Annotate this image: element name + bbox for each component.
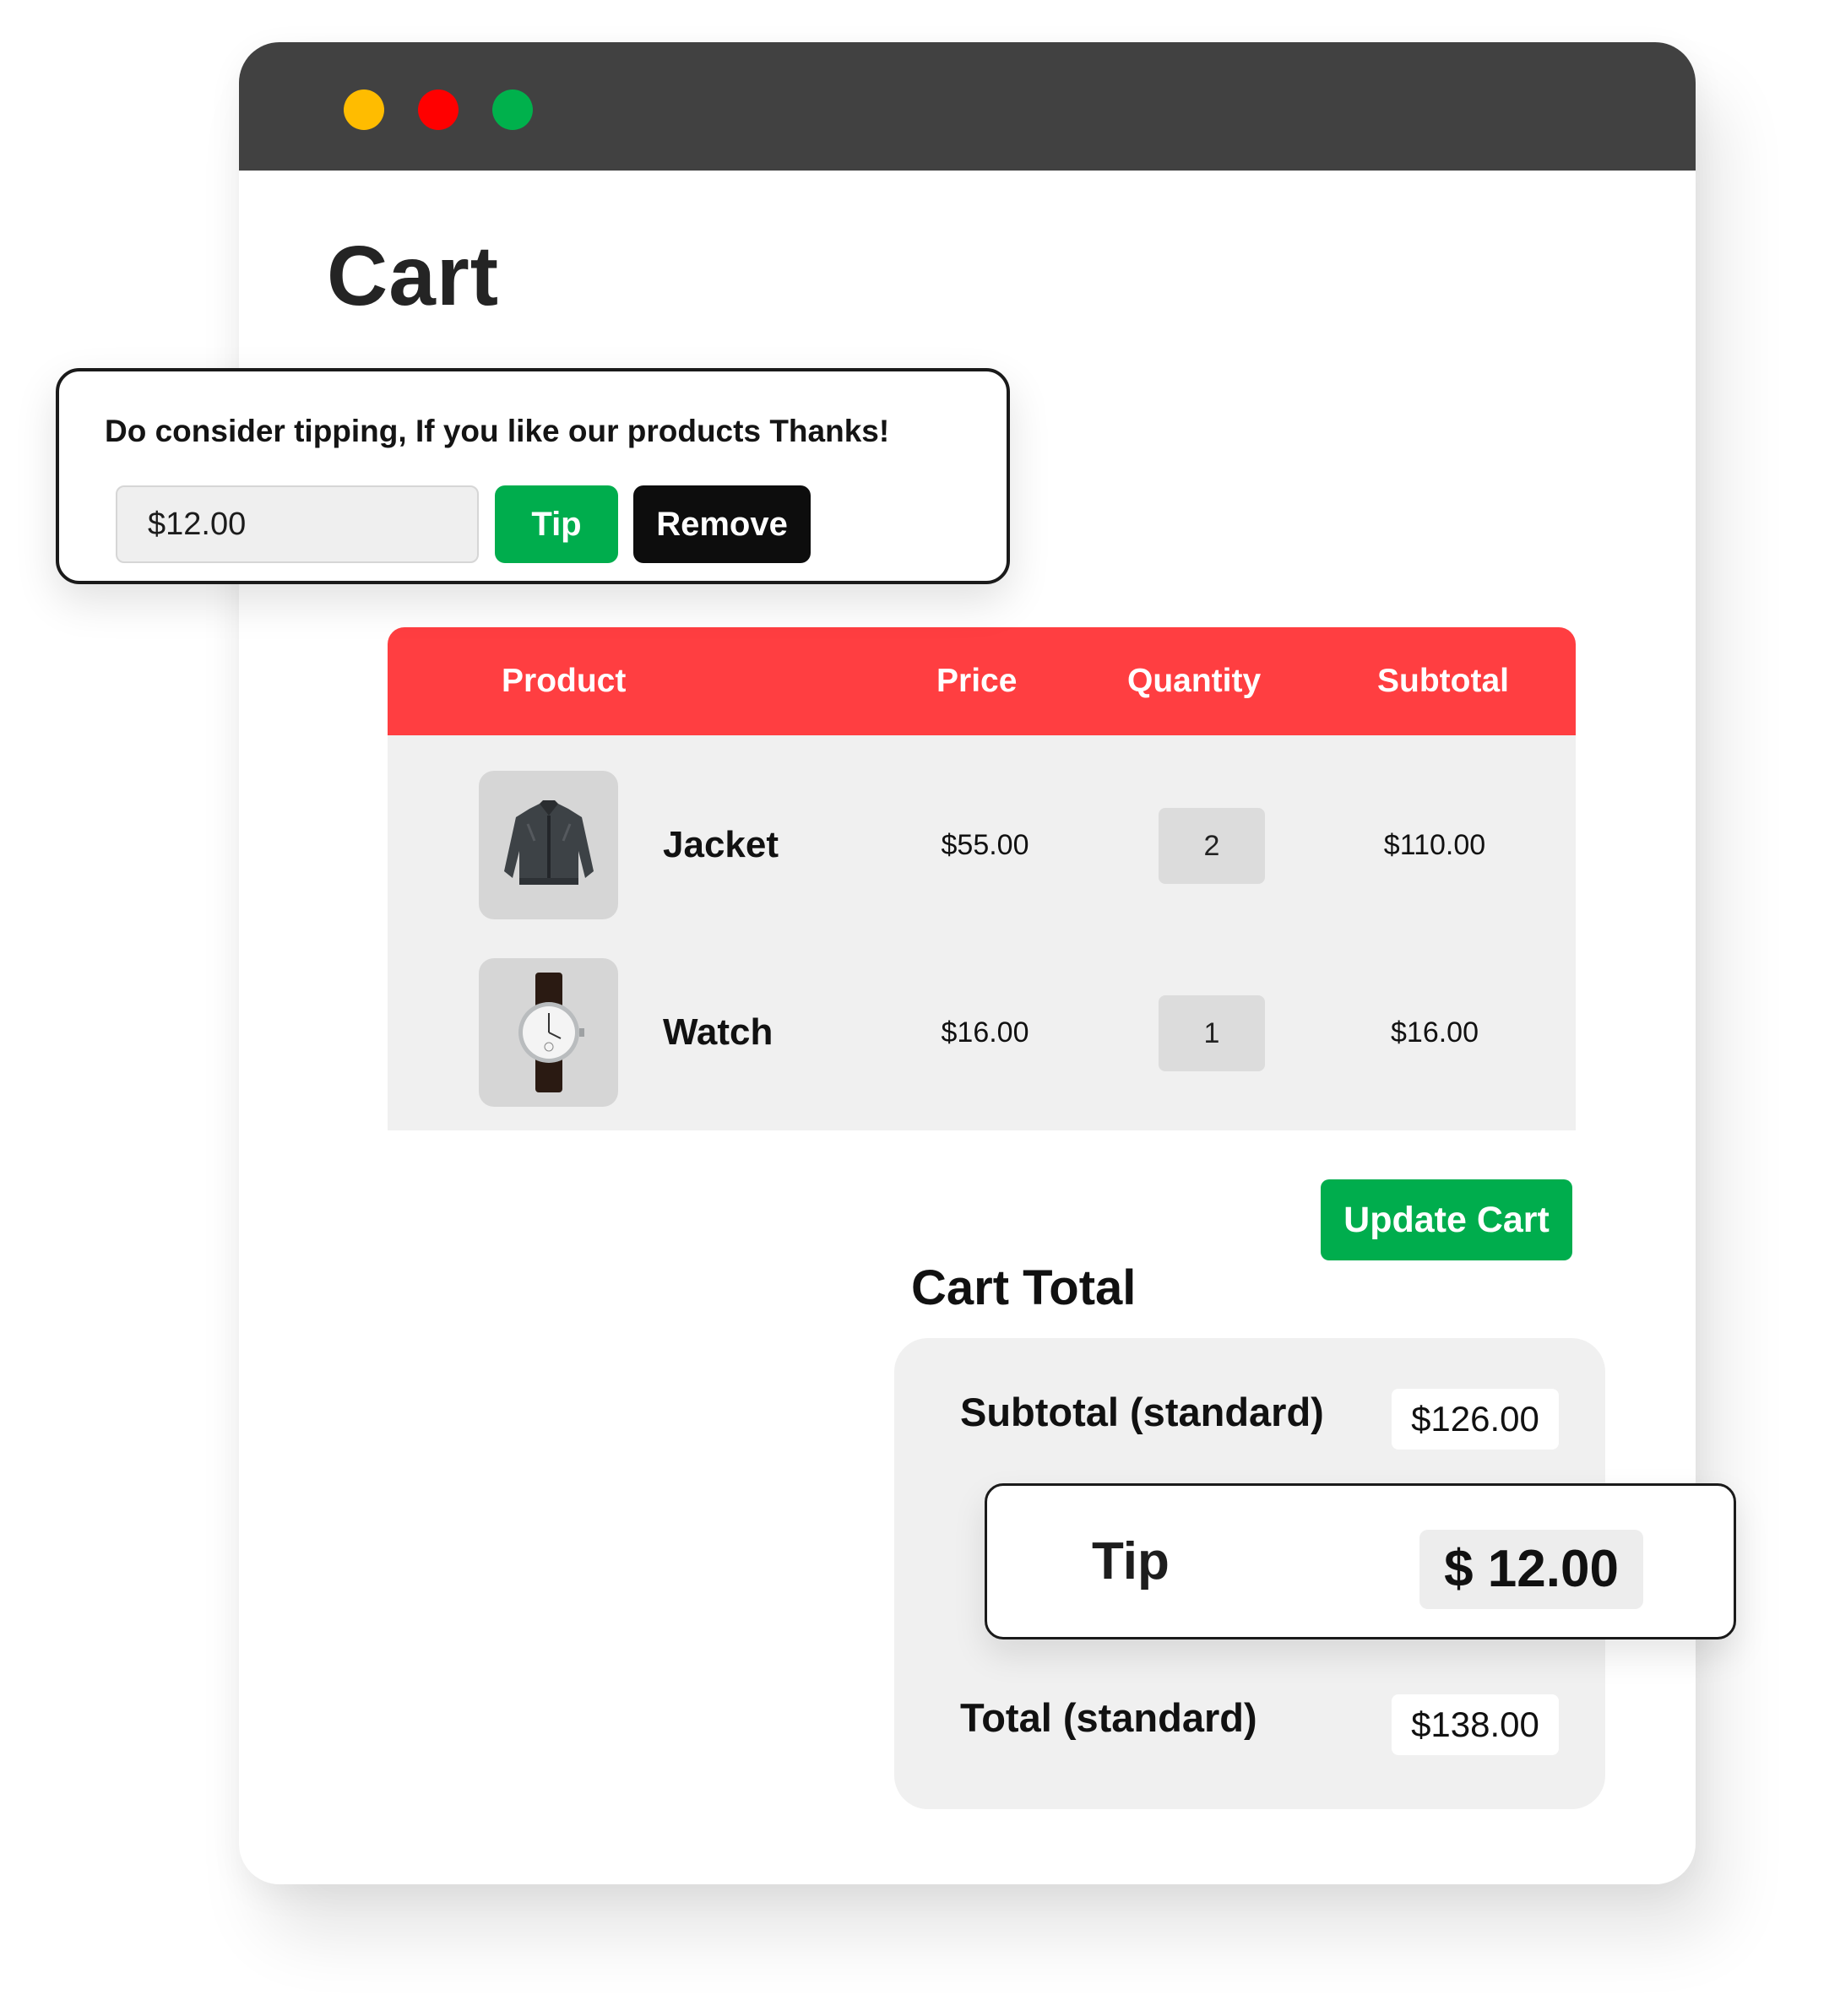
cart-table: Product Price Quantity Subtotal Jacket $… (388, 627, 1576, 1130)
remove-tip-button[interactable]: Remove (633, 485, 811, 563)
column-header-quantity: Quantity (1127, 663, 1262, 699)
table-row: Watch $16.00 $16.00 (388, 958, 1576, 1107)
product-subtotal: $16.00 (1391, 1016, 1479, 1049)
quantity-input[interactable] (1159, 808, 1265, 884)
total-value: $138.00 (1392, 1694, 1559, 1755)
product-price: $16.00 (941, 1016, 1029, 1049)
tip-summary-label: Tip (1092, 1532, 1170, 1591)
cart-total-title: Cart Total (911, 1260, 1137, 1315)
column-header-product: Product (502, 663, 627, 699)
product-price: $55.00 (941, 829, 1029, 861)
product-name[interactable]: Watch (663, 958, 773, 1107)
close-dot-icon[interactable] (418, 89, 459, 130)
minimize-dot-icon[interactable] (344, 89, 384, 130)
column-header-subtotal: Subtotal (1377, 663, 1509, 699)
subtotal-value: $126.00 (1392, 1389, 1559, 1450)
tip-amount-input[interactable] (116, 485, 479, 563)
total-label: Total (standard) (960, 1695, 1257, 1740)
product-subtotal: $110.00 (1383, 829, 1486, 861)
jacket-image[interactable] (479, 771, 618, 919)
table-row: Jacket $55.00 $110.00 (388, 771, 1576, 919)
watch-icon (518, 973, 584, 1092)
tip-message: Do consider tipping, If you like our pro… (105, 414, 890, 448)
product-name[interactable]: Jacket (663, 771, 779, 919)
window-titlebar (239, 42, 1696, 171)
subtotal-label: Subtotal (standard) (960, 1390, 1324, 1434)
quantity-input[interactable] (1159, 995, 1265, 1071)
watch-image[interactable] (479, 958, 618, 1107)
page-title: Cart (327, 229, 500, 323)
maximize-dot-icon[interactable] (492, 89, 533, 130)
column-header-price: Price (936, 663, 1018, 699)
tip-prompt-card: Do consider tipping, If you like our pro… (56, 368, 1010, 584)
tip-summary-card: Tip $ 12.00 (985, 1483, 1736, 1639)
tip-summary-value: $ 12.00 (1419, 1530, 1643, 1609)
jacket-icon (503, 800, 594, 885)
update-cart-button[interactable]: Update Cart (1321, 1179, 1572, 1260)
table-header: Product Price Quantity Subtotal (388, 627, 1576, 735)
tip-button[interactable]: Tip (495, 485, 618, 563)
